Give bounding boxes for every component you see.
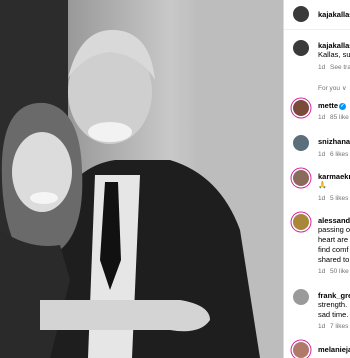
comment-avatar[interactable] <box>293 170 309 186</box>
caption-text: Kallas, sur <box>318 50 350 59</box>
post-image <box>0 0 283 358</box>
comment-username[interactable]: mette ✓ <box>318 101 347 110</box>
comment-time: 1d <box>318 151 326 158</box>
comment-likes[interactable]: 85 like <box>330 114 349 122</box>
comment-avatar[interactable] <box>293 135 309 151</box>
see-translation-link[interactable]: See tra <box>330 64 350 72</box>
comment-text: 🙏 <box>318 182 327 189</box>
comment-text-line: find comf <box>318 245 349 254</box>
comment-likes[interactable]: 6 likes <box>330 151 348 159</box>
comment-text-line: strength. <box>318 300 348 309</box>
comment-username[interactable]: melanieja <box>318 345 350 354</box>
comment-avatar[interactable] <box>293 342 309 358</box>
caption-avatar[interactable] <box>293 40 309 56</box>
verified-icon: ✓ <box>339 103 347 110</box>
post-header: kajakallas <box>284 0 350 30</box>
comment-username[interactable]: alessandr <box>318 216 350 225</box>
comment-username[interactable]: frank_gre <box>318 291 350 300</box>
post-photo[interactable] <box>0 0 283 358</box>
comment-avatar[interactable] <box>293 289 309 305</box>
comment-text-line: sad time. <box>318 310 349 319</box>
comment-time: 1d <box>318 323 326 330</box>
comment-avatar[interactable] <box>293 214 309 230</box>
comment-text-line: passing o <box>318 225 350 234</box>
comment-time: 1d <box>318 268 326 275</box>
comments-panel: kajakallas kajakallas Kallas, sur 1d See… <box>283 0 350 358</box>
comment-text-line: heart are <box>318 235 349 244</box>
for-you-sort[interactable]: For you ∨ <box>318 84 347 92</box>
comment-username[interactable]: snizhana_ <box>318 137 350 146</box>
author-avatar[interactable] <box>293 6 309 22</box>
comment-time: 1d <box>318 195 326 202</box>
comment-username[interactable]: karmaekr <box>318 172 350 181</box>
caption-username[interactable]: kajakallas <box>318 41 350 50</box>
comment-likes[interactable]: 50 like <box>330 268 349 276</box>
comment-avatar[interactable] <box>293 100 309 116</box>
comment-time: 1d <box>318 114 326 121</box>
comment-likes[interactable]: 5 likes <box>330 195 348 203</box>
author-username[interactable]: kajakallas <box>318 10 350 19</box>
caption-time: 1d <box>318 64 326 71</box>
comment-text-line: shared to <box>318 255 350 264</box>
comment-likes[interactable]: 7 likes <box>330 323 348 331</box>
